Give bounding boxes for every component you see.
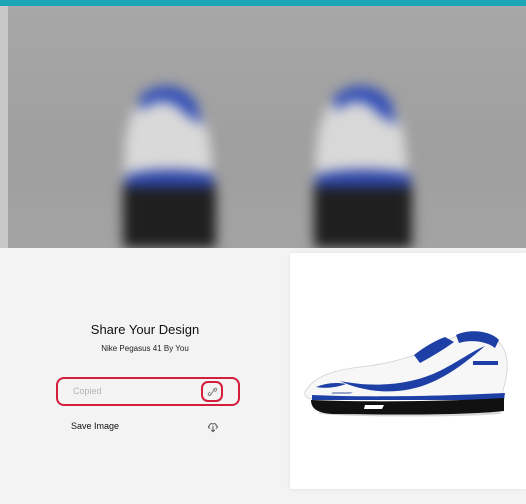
share-panel: Share Your Design Nike Pegasus 41 By You… — [0, 248, 286, 504]
save-image-button[interactable]: Save Image — [71, 421, 119, 431]
share-subtitle: Nike Pegasus 41 By You — [101, 344, 189, 353]
link-icon — [207, 387, 218, 397]
download-icon[interactable] — [207, 421, 219, 433]
blurred-shoes-image — [123, 85, 412, 248]
copy-link-button[interactable] — [201, 381, 223, 402]
share-link-field[interactable]: Copied — [56, 377, 240, 406]
share-design-screen: Share Your Design Nike Pegasus 41 By You… — [0, 0, 526, 504]
share-title: Share Your Design — [90, 322, 200, 337]
copy-status-text: Copied — [73, 386, 102, 396]
shoe-image — [304, 331, 508, 417]
design-preview-card — [290, 253, 526, 489]
blurred-shoe-preview — [0, 6, 526, 248]
